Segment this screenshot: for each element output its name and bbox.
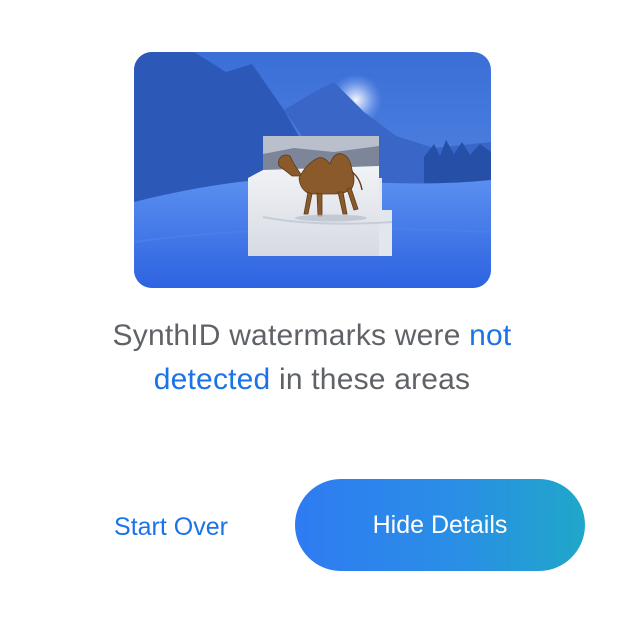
start-over-button[interactable]: Start Over xyxy=(96,503,246,551)
analyzed-image-preview xyxy=(134,52,491,288)
message-prefix: SynthID watermarks were xyxy=(112,319,470,352)
hide-details-button[interactable]: Hide Details xyxy=(295,479,585,571)
detection-result-message: SynthID watermarks were not detected in … xyxy=(60,314,564,402)
not-detected-region xyxy=(248,136,393,256)
synthid-result-panel: SynthID watermarks were not detected in … xyxy=(0,0,624,624)
message-suffix: in these areas xyxy=(270,363,471,396)
